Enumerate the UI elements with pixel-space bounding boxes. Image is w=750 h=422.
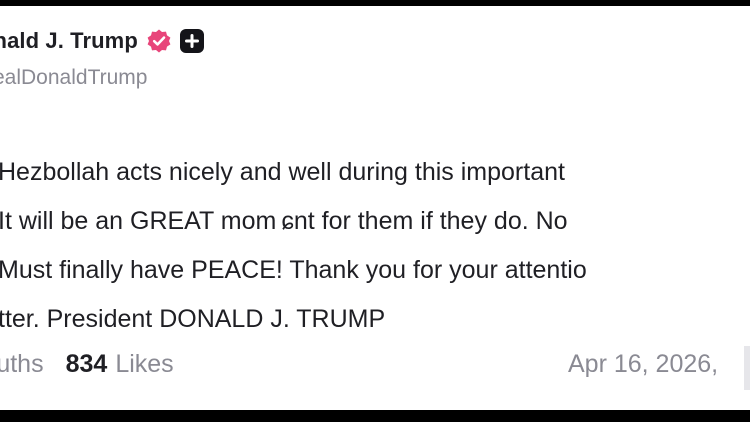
likes-count[interactable]: 834: [66, 350, 108, 378]
post-header: onald J. Trump: [0, 24, 204, 58]
post-body-line: It will be an GREAT mom ɕnt for them if …: [0, 207, 568, 235]
post-stats: ruths 834Likes: [0, 350, 174, 379]
plus-badge-icon: [179, 29, 204, 53]
post-body-line: tter. President DONALD J. TRUMP: [0, 305, 386, 333]
right-edge-divider: [744, 346, 750, 390]
post-body-line: Hezbollah acts nicely and well during th…: [0, 158, 565, 186]
video-frame-bottom: [0, 410, 750, 422]
display-name[interactable]: onald J. Trump: [0, 28, 138, 54]
verified-badge-icon: [146, 28, 172, 54]
truth-social-post: onald J. Trump realDonaldTrump Hezbollah…: [0, 6, 750, 410]
truths-stat-label[interactable]: ruths: [0, 350, 44, 378]
user-handle[interactable]: realDonaldTrump: [0, 66, 147, 90]
post-body-line: Must finally have PEACE! Thank you for y…: [0, 256, 587, 284]
post-body: Hezbollah acts nicely and well during th…: [0, 148, 750, 344]
post-timestamp[interactable]: Apr 16, 2026,: [568, 350, 718, 379]
likes-label[interactable]: Likes: [115, 350, 173, 378]
